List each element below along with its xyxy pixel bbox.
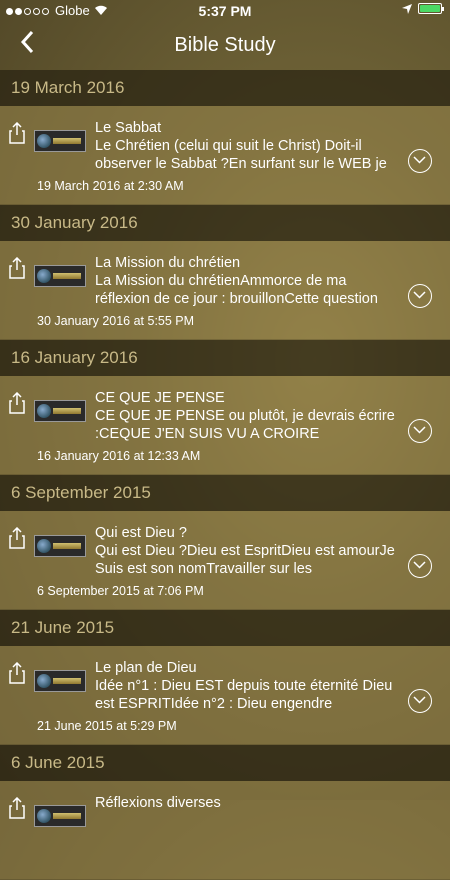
expand-chevron-icon[interactable]: [408, 419, 432, 443]
clock: 5:37 PM: [198, 3, 252, 19]
item-date: 30 January 2016 at 5:55 PM: [37, 314, 195, 328]
expand-chevron-icon[interactable]: [408, 149, 432, 173]
section-header: 6 September 2015: [0, 475, 450, 511]
item-title: Réflexions diverses: [95, 795, 221, 811]
item-title: CE QUE JE PENSE: [95, 390, 225, 406]
section-header: 21 June 2015: [0, 610, 450, 646]
share-icon[interactable]: [8, 527, 26, 549]
item-snippet: Le Chrétien (celui qui suit le Christ) D…: [95, 138, 387, 172]
share-icon[interactable]: [8, 662, 26, 684]
list-item[interactable]: Réflexions diverses: [0, 781, 450, 880]
expand-chevron-icon[interactable]: [408, 689, 432, 713]
status-right-group: [402, 3, 444, 14]
item-date: 6 September 2015 at 7:06 PM: [37, 584, 204, 598]
list-item[interactable]: Le plan de Dieu Idée n°1 : Dieu EST depu…: [0, 646, 450, 745]
item-snippet: Qui est Dieu ?Dieu est EspritDieu est am…: [95, 543, 395, 577]
list-item[interactable]: La Mission du chrétien La Mission du chr…: [0, 241, 450, 340]
item-title: Qui est Dieu ?: [95, 525, 187, 541]
location-icon: [402, 3, 412, 14]
item-date: 19 March 2016 at 2:30 AM: [37, 179, 184, 193]
status-bar: Globe 5:37 PM: [0, 0, 450, 22]
item-snippet: Idée n°1 : Dieu EST depuis toute éternit…: [95, 678, 393, 712]
nav-bar: Bible Study: [0, 22, 450, 68]
item-snippet: CE QUE JE PENSE ou plutôt, je devrais éc…: [95, 408, 395, 442]
logo-thumbnail: [34, 400, 86, 422]
page-title: Bible Study: [174, 34, 276, 56]
study-list: 19 March 2016 Le Sabbat Le Chrétien (cel…: [0, 70, 450, 880]
item-date: 21 June 2015 at 5:29 PM: [37, 719, 177, 733]
expand-chevron-icon[interactable]: [408, 284, 432, 308]
share-icon[interactable]: [8, 122, 26, 144]
list-item[interactable]: CE QUE JE PENSE CE QUE JE PENSE ou plutô…: [0, 376, 450, 475]
section-header: 30 January 2016: [0, 205, 450, 241]
share-icon[interactable]: [8, 392, 26, 414]
item-title: Le Sabbat: [95, 120, 162, 136]
logo-thumbnail: [34, 535, 86, 557]
logo-thumbnail: [34, 670, 86, 692]
expand-chevron-icon[interactable]: [408, 554, 432, 578]
section-header: 6 June 2015: [0, 745, 450, 781]
share-icon[interactable]: [8, 257, 26, 279]
list-item[interactable]: Le Sabbat Le Chrétien (celui qui suit le…: [0, 106, 450, 205]
section-header: 19 March 2016: [0, 70, 450, 106]
list-item[interactable]: Qui est Dieu ? Qui est Dieu ?Dieu est Es…: [0, 511, 450, 610]
logo-thumbnail: [34, 130, 86, 152]
section-header: 16 January 2016: [0, 340, 450, 376]
item-date: 16 January 2016 at 12:33 AM: [37, 449, 201, 463]
share-icon[interactable]: [8, 797, 26, 819]
item-snippet: La Mission du chrétienAmmorce de ma réfl…: [95, 273, 378, 307]
logo-thumbnail: [34, 265, 86, 287]
item-title: La Mission du chrétien: [95, 255, 241, 271]
item-title: Le plan de Dieu: [95, 660, 197, 676]
logo-thumbnail: [34, 805, 86, 827]
battery-icon: [418, 3, 444, 14]
